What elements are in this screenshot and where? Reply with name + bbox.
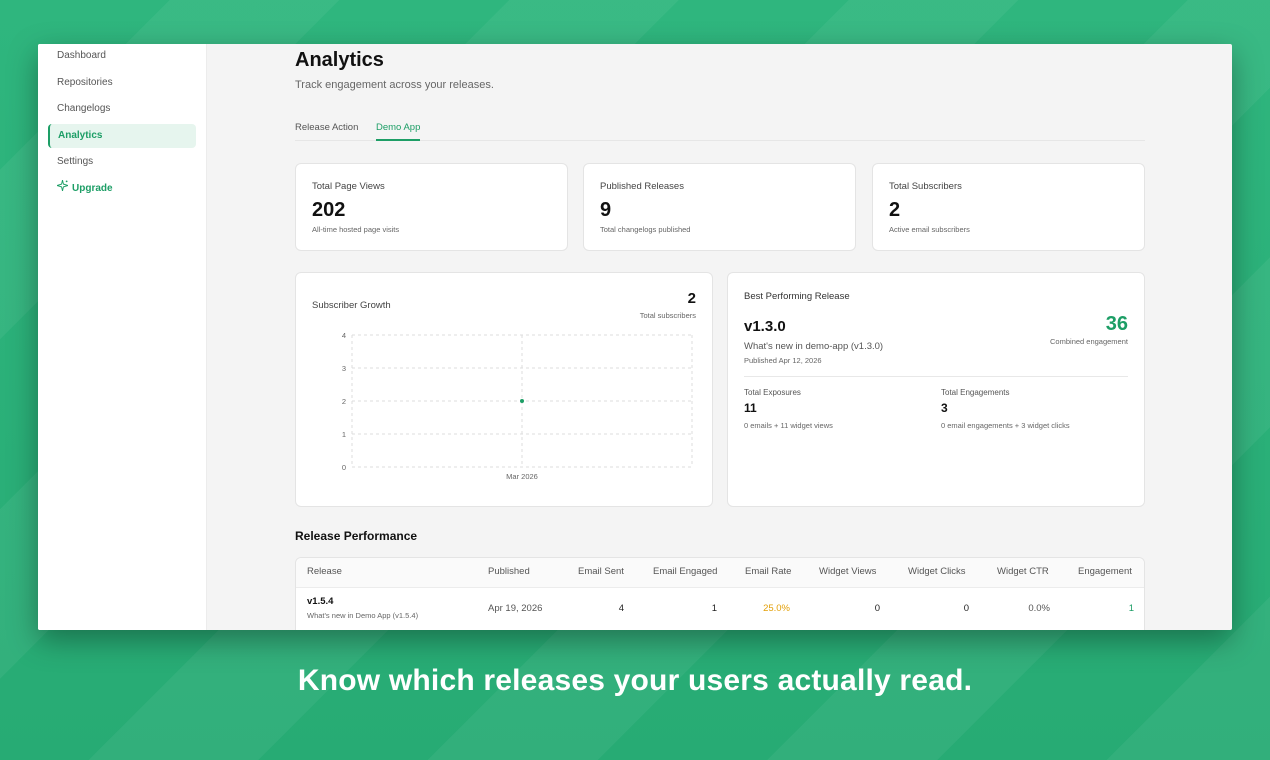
table-header: Release Published Email Sent Email Engag… — [296, 558, 1144, 588]
stat-card-page-views: Total Page Views 202 All-time hosted pag… — [295, 163, 568, 251]
page-subtitle: Track engagement across your releases. — [295, 79, 494, 91]
column-header[interactable]: Email Rate — [745, 566, 791, 577]
subscriber-growth-chart: 0 1 2 3 4 Mar 2026 — [342, 331, 693, 481]
column-header[interactable]: Release — [307, 566, 342, 577]
tab-demo-app[interactable]: Demo App — [376, 122, 421, 141]
stat-desc: Active email subscribers — [889, 225, 970, 234]
column-header[interactable]: Engagement — [1078, 566, 1132, 577]
email-rate: 25.0% — [763, 603, 790, 614]
stat-desc: All-time hosted page visits — [312, 225, 400, 234]
best-release-card: Best Performing Release v1.3.0 What's ne… — [727, 272, 1145, 507]
exposures-desc: 0 emails + 11 widget views — [744, 421, 833, 430]
stat-card-subscribers: Total Subscribers 2 Active email subscri… — [872, 163, 1145, 251]
stat-label: Total Page Views — [312, 181, 385, 192]
sidebar-item-changelogs[interactable]: Changelogs — [48, 97, 196, 121]
sidebar-item-label: Repositories — [57, 76, 113, 88]
widget-clicks: 0 — [963, 603, 969, 614]
best-release-name: What's new in demo-app (v1.3.0) — [744, 341, 884, 352]
page-title: Analytics — [295, 49, 384, 71]
column-header[interactable]: Widget Views — [819, 566, 876, 577]
column-header[interactable]: Email Sent — [578, 566, 624, 577]
tab-release-action[interactable]: Release Action — [295, 122, 358, 139]
stat-desc: Total changelogs published — [600, 225, 691, 234]
sparkle-icon — [55, 177, 70, 201]
best-release-score: 36 — [1105, 313, 1128, 335]
column-header[interactable]: Email Engaged — [653, 566, 717, 577]
exposures-value: 11 — [744, 401, 757, 415]
sidebar-item-label: Changelogs — [57, 103, 111, 114]
column-header[interactable]: Widget Clicks — [908, 566, 966, 577]
release-name: What's new in Demo App (v1.5.4) — [307, 611, 419, 620]
email-sent: 4 — [618, 603, 624, 614]
email-engaged: 1 — [711, 603, 717, 614]
divider — [744, 376, 1128, 377]
engagement: 1 — [1128, 603, 1134, 614]
sidebar-item-dashboard[interactable]: Dashboard — [48, 44, 196, 68]
engagements-label: Total Engagements — [941, 388, 1010, 397]
sidebar-item-repositories[interactable]: Repositories — [48, 71, 196, 95]
stat-card-published-releases: Published Releases 9 Total changelogs pu… — [583, 163, 856, 251]
app-window: Dashboard Repositories Changelogs Analyt… — [38, 44, 1232, 630]
stat-label: Total Subscribers — [889, 181, 962, 192]
sidebar-item-label: Dashboard — [57, 50, 106, 61]
sidebar-item-upgrade[interactable]: Upgrade — [48, 177, 196, 201]
published-date: Apr 19, 2026 — [488, 603, 543, 614]
section-title: Release Performance — [295, 529, 418, 543]
widget-views: 0 — [874, 603, 880, 614]
y-tick-label: 2 — [342, 397, 346, 406]
widget-ctr: 0.0% — [1028, 603, 1050, 614]
y-tick-label: 4 — [342, 331, 346, 340]
engagements-value: 3 — [941, 401, 948, 415]
stat-value: 202 — [312, 199, 346, 221]
tab-bar: Release Action Demo App — [295, 118, 1145, 141]
best-release-date: Published Apr 12, 2026 — [744, 356, 822, 365]
marketing-caption: Know which releases your users actually … — [297, 664, 973, 697]
sidebar-item-label: Settings — [57, 156, 94, 167]
stat-value: 9 — [600, 199, 612, 221]
engagements-desc: 0 email engagements + 3 widget clicks — [941, 421, 1070, 430]
data-point — [520, 399, 524, 403]
column-header[interactable]: Published — [488, 566, 530, 577]
sidebar-item-label: Upgrade — [72, 182, 113, 194]
sidebar: Dashboard Repositories Changelogs Analyt… — [38, 44, 207, 630]
y-tick-label: 1 — [342, 430, 346, 439]
stat-label: Published Releases — [600, 181, 684, 192]
y-tick-label: 0 — [342, 463, 346, 472]
subscriber-growth-card: Subscriber Growth 2 Total subscribers 01… — [295, 272, 713, 507]
sidebar-item-settings[interactable]: Settings — [48, 150, 196, 174]
sidebar-item-analytics[interactable]: Analytics — [48, 123, 196, 148]
column-header[interactable]: Widget CTR — [997, 566, 1049, 577]
best-release-title: Best Performing Release — [744, 291, 850, 302]
x-tick-label: Mar 2026 — [506, 472, 538, 481]
stat-value: 2 — [889, 199, 901, 221]
best-release-score-label: Combined engagement — [1050, 337, 1128, 346]
release-performance-table: Release Published Email Sent Email Engag… — [295, 557, 1145, 630]
release-version[interactable]: v1.5.4 — [307, 596, 333, 607]
sidebar-item-label: Analytics — [58, 129, 103, 141]
exposures-label: Total Exposures — [744, 388, 801, 397]
y-tick-label: 3 — [342, 364, 346, 373]
best-release-version: v1.3.0 — [744, 318, 786, 335]
